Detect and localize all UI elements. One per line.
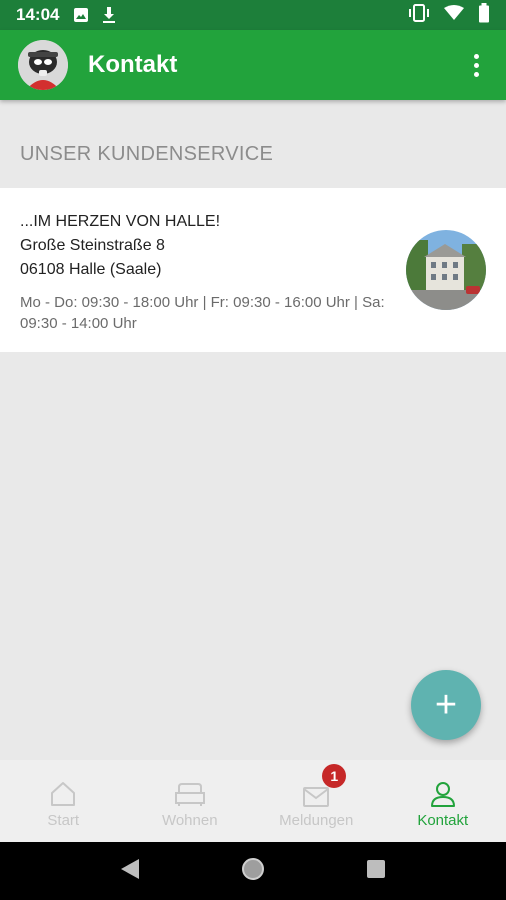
contact-card[interactable]: ...IM HERZEN VON HALLE! Große Steinstraß…	[0, 188, 506, 352]
home-icon	[49, 774, 77, 808]
download-icon	[101, 6, 117, 24]
back-icon[interactable]	[119, 857, 141, 886]
home-button-icon[interactable]	[240, 856, 266, 887]
status-time: 14:04	[16, 5, 60, 24]
nav-item-meldungen[interactable]: 1 Meldungen	[253, 760, 380, 842]
nav-item-start[interactable]: Start	[0, 760, 127, 842]
nav-label-wohnen: Wohnen	[161, 811, 218, 829]
wifi-icon	[444, 4, 464, 26]
system-nav-bar	[0, 842, 506, 900]
add-button[interactable]: +	[411, 670, 481, 740]
nav-item-wohnen[interactable]: Wohnen	[127, 760, 254, 842]
page-title: Kontakt	[88, 51, 178, 78]
status-bar: 14:04	[0, 0, 506, 30]
avatar[interactable]	[18, 40, 68, 90]
section-header: UNSER KUNDENSERVICE	[20, 143, 274, 165]
nav-item-kontakt[interactable]: Kontakt	[380, 760, 506, 842]
notification-badge: 1	[322, 763, 347, 788]
person-icon	[429, 774, 457, 808]
nav-label-meldungen: Meldungen	[279, 811, 354, 829]
sofa-icon	[174, 774, 206, 808]
app-bar: Kontakt	[0, 30, 506, 100]
building-photo	[406, 230, 486, 310]
contact-name: ...IM HERZEN VON HALLE!	[20, 213, 221, 230]
recents-icon[interactable]	[365, 858, 387, 885]
mail-icon: 1	[302, 763, 347, 808]
battery-icon	[478, 2, 490, 28]
bottom-nav: Start Wohnen 1 Meldungen Kontakt	[0, 760, 506, 842]
more-vert-icon[interactable]	[464, 45, 488, 85]
image-icon	[73, 7, 89, 23]
contact-hours: Mo - Do: 09:30 - 18:00 Uhr | Fr: 09:30 -…	[20, 294, 385, 332]
nav-label-start: Start	[47, 811, 80, 829]
nav-label-kontakt: Kontakt	[417, 811, 469, 829]
vibrate-icon	[408, 3, 430, 27]
